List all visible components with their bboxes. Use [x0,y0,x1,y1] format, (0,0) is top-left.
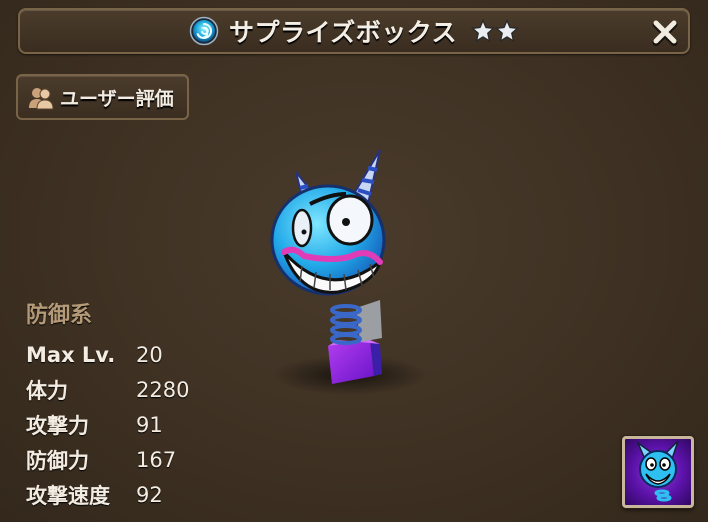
skill-icon [636,440,679,502]
stat-label: Max Lv. [26,342,116,367]
monster-name: サプライズボックス [228,18,457,47]
stat-value: 92 [136,482,163,507]
stat-row-defense: 防御力 167 [26,442,286,477]
close-button[interactable] [650,17,680,47]
stat-value: 167 [136,447,177,472]
stat-label: 体力 [26,378,68,403]
stat-row-hp: 体力 2280 [26,372,286,407]
star-rating [471,19,519,43]
skill-button[interactable] [622,436,694,508]
title-wrap: サプライズボックス [20,10,688,52]
star-icon [471,19,495,43]
stats-list: Max Lv. 20 体力 2280 攻撃力 91 防御力 167 攻撃速度 9… [26,337,286,512]
user-review-button[interactable]: ユーザー評価 [16,74,189,120]
stat-row-attack: 攻撃力 91 [26,407,286,442]
user-review-label: ユーザー評価 [60,87,174,110]
monster-type: 防御系 [26,303,93,328]
stat-value: 20 [136,342,163,367]
stat-label: 攻撃力 [26,413,89,438]
stat-label: 防御力 [26,448,89,473]
stat-label: 攻撃速度 [26,483,110,508]
stat-row-speed: 攻撃速度 92 [26,477,286,512]
stat-value: 91 [136,412,163,437]
title-bar: サプライズボックス [18,8,690,54]
stat-row-max-lv: Max Lv. 20 [26,337,286,372]
water-element-icon [189,16,219,46]
star-icon [495,19,519,43]
stat-value: 2280 [136,377,190,402]
close-icon [652,20,678,46]
users-icon [29,88,54,110]
